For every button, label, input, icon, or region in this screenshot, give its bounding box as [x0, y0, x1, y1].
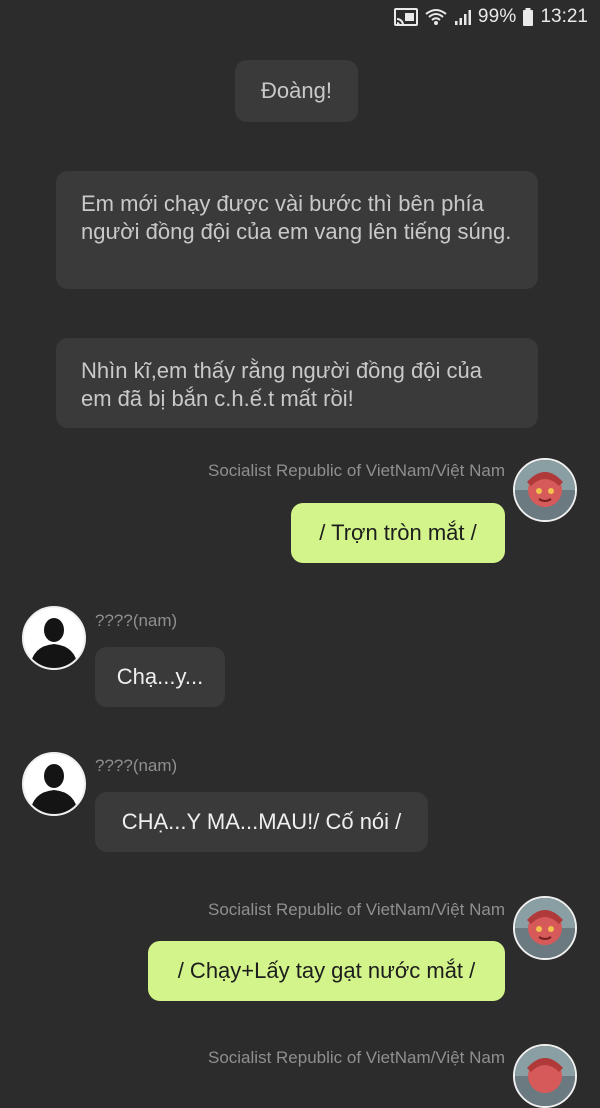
battery-percent: 99% — [477, 6, 517, 27]
sender-name: Socialist Republic of VietNam/Việt Nam — [207, 900, 505, 919]
sender-name: Socialist Republic of VietNam/Việt Nam — [207, 461, 505, 480]
wifi-icon — [424, 7, 448, 27]
sender-name: ????(nam) — [95, 611, 178, 630]
status-icons: 99% 13:21 — [393, 6, 588, 28]
narration-bubble: Nhìn kĩ,em thấy rằng người đồng đội của … — [56, 338, 538, 428]
avatar[interactable] — [22, 752, 86, 816]
narration-bubble: Đoàng! — [235, 60, 358, 122]
cast-icon — [393, 7, 418, 27]
avatar[interactable] — [513, 458, 577, 522]
avatar[interactable] — [513, 896, 577, 960]
message-bubble-incoming[interactable]: CHẠ...Y MA...MAU!/ Cố nói / — [95, 792, 428, 852]
battery-icon — [522, 7, 534, 27]
message-bubble-outgoing[interactable]: / Chạy+Lấy tay gạt nước mắt / — [148, 941, 505, 1001]
avatar[interactable] — [513, 1044, 577, 1108]
sender-name: ????(nam) — [95, 756, 178, 775]
signal-icon — [454, 7, 472, 27]
status-bar: 99% 13:21 — [0, 0, 600, 36]
status-time: 13:21 — [540, 6, 588, 27]
avatar[interactable] — [22, 606, 86, 670]
message-bubble-outgoing[interactable]: / Trợn tròn mắt / — [291, 503, 505, 563]
message-bubble-incoming[interactable]: Chạ...y... — [95, 647, 225, 707]
sender-name: Socialist Republic of VietNam/Việt Nam — [207, 1048, 505, 1067]
narration-bubble: Em mới chạy được vài bước thì bên phía n… — [56, 171, 538, 289]
